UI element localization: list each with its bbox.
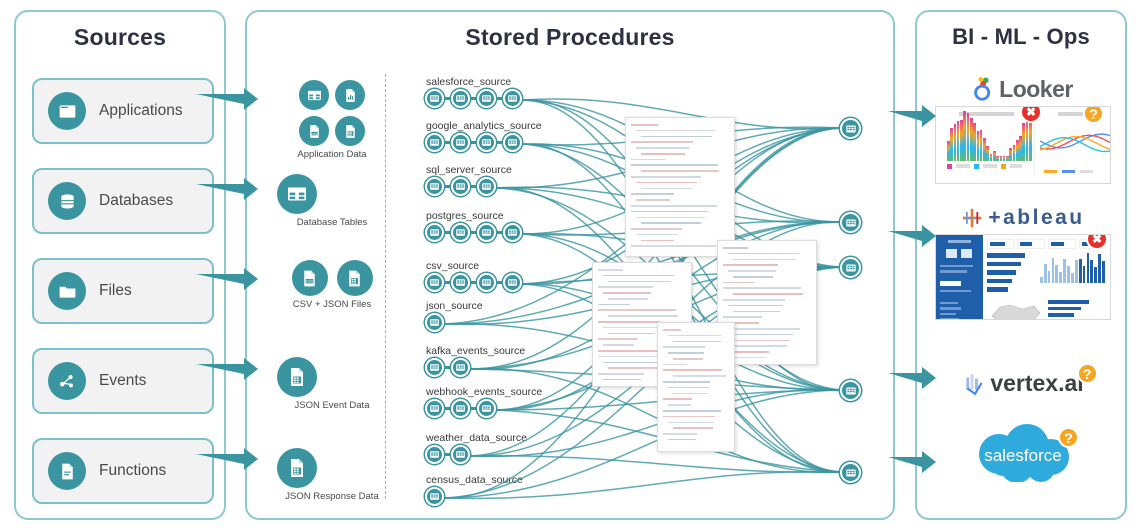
- sources-panel-title: Sources: [73, 24, 167, 50]
- warning-badge-icon: ?: [1058, 427, 1079, 448]
- flow-arrow: [196, 266, 258, 297]
- table-node-icon[interactable]: [425, 487, 444, 506]
- table-node-icon[interactable]: [477, 89, 496, 108]
- tableau-logo-text: +ableau: [988, 206, 1085, 229]
- source-card-files[interactable]: Files: [32, 258, 214, 324]
- table-node-icon[interactable]: [451, 399, 470, 418]
- flow-arrow: [196, 86, 258, 117]
- output-table-node-3[interactable]: [840, 380, 861, 401]
- table-node-icon[interactable]: [503, 223, 522, 242]
- sources-panel: Sources Applications Databases Files Events…: [14, 10, 226, 520]
- bi-ml-ops-panel: BI - ML - Ops Looker ✖ ? +ableau ✖ verte…: [915, 10, 1127, 520]
- document-function-icon: [48, 452, 86, 490]
- network-nodes-icon: [48, 362, 86, 400]
- table-node-icon[interactable]: [503, 273, 522, 292]
- sql-code-card-4: [657, 322, 735, 452]
- vertexai-logo-text: vertex.ai: [990, 369, 1084, 396]
- bi-target-tableau[interactable]: +ableau ✖: [917, 204, 1129, 320]
- flow-arrow: [196, 446, 258, 477]
- database-cylinder-icon: [48, 182, 86, 220]
- source-card-databases[interactable]: Databases: [32, 168, 214, 234]
- tableau-mark-icon: [963, 208, 982, 228]
- flow-arrow: [888, 365, 936, 396]
- vertexai-mark-icon: [966, 374, 983, 396]
- source-card-label: Files: [99, 282, 132, 299]
- looker-logo-text: Looker: [999, 75, 1073, 102]
- looker-mark-icon: [974, 76, 991, 101]
- table-node-icon[interactable]: [477, 273, 496, 292]
- source-card-functions[interactable]: Functions: [32, 438, 214, 504]
- table-node-icon[interactable]: [425, 445, 444, 464]
- table-node-icon[interactable]: [451, 223, 470, 242]
- source-card-label: Applications: [99, 102, 183, 119]
- table-node-icon[interactable]: [477, 399, 496, 418]
- table-node-icon[interactable]: [451, 89, 470, 108]
- table-node-icon[interactable]: [425, 273, 444, 292]
- table-node-icon[interactable]: [451, 177, 470, 196]
- table-node-icon[interactable]: [425, 358, 444, 377]
- svg-text:salesforce: salesforce: [984, 446, 1061, 465]
- source-card-label: Events: [99, 372, 147, 389]
- tableau-dashboard-thumbnail[interactable]: ✖: [935, 234, 1111, 320]
- table-node-icon[interactable]: [425, 89, 444, 108]
- table-node-icon[interactable]: [451, 358, 470, 377]
- output-table-node-4[interactable]: [840, 462, 861, 483]
- looker-dashboard-thumbnail[interactable]: ✖ ?: [935, 106, 1111, 184]
- table-node-icon[interactable]: [425, 133, 444, 152]
- table-node-icon[interactable]: [425, 223, 444, 242]
- output-table-node-2[interactable]: [840, 257, 861, 278]
- flow-arrow: [888, 103, 936, 134]
- table-node-icon[interactable]: [425, 177, 444, 196]
- source-card-applications[interactable]: Applications: [32, 78, 214, 144]
- diagram-root: Sources Applications Databases Files Events…: [0, 0, 1140, 530]
- table-node-icon[interactable]: [477, 133, 496, 152]
- application-window-icon: [48, 92, 86, 130]
- flow-arrow: [196, 356, 258, 387]
- source-card-label: Databases: [99, 192, 174, 209]
- table-node-icon[interactable]: [425, 313, 444, 332]
- table-node-icon[interactable]: [503, 89, 522, 108]
- bi-target-vertexai[interactable]: vertex.ai ?: [917, 363, 1129, 401]
- flow-arrow: [888, 449, 936, 480]
- table-node-icon[interactable]: [451, 133, 470, 152]
- output-table-node-1[interactable]: [840, 212, 861, 233]
- output-table-node-0[interactable]: [840, 118, 861, 139]
- warning-badge-icon: ?: [1076, 363, 1098, 384]
- table-node-icon[interactable]: [477, 177, 496, 196]
- stored-procedures-panel: Stored Procedures CSV Application Data Dat…: [245, 10, 895, 520]
- table-node-icon[interactable]: [451, 273, 470, 292]
- source-card-events[interactable]: Events: [32, 348, 214, 414]
- table-node-icon[interactable]: [503, 133, 522, 152]
- bi-target-looker[interactable]: Looker ✖ ?: [917, 74, 1129, 184]
- bi-panel-title: BI - ML - Ops: [952, 24, 1090, 49]
- table-node-icon[interactable]: [451, 445, 470, 464]
- table-node-icon[interactable]: [425, 399, 444, 418]
- source-card-label: Functions: [99, 462, 167, 479]
- flow-arrow: [888, 223, 936, 254]
- table-node-icon[interactable]: [477, 223, 496, 242]
- sql-code-card-1: [625, 117, 735, 257]
- bi-target-salesforce[interactable]: salesforce ?: [917, 424, 1129, 487]
- flow-arrow: [196, 176, 258, 207]
- folder-icon: [48, 272, 86, 310]
